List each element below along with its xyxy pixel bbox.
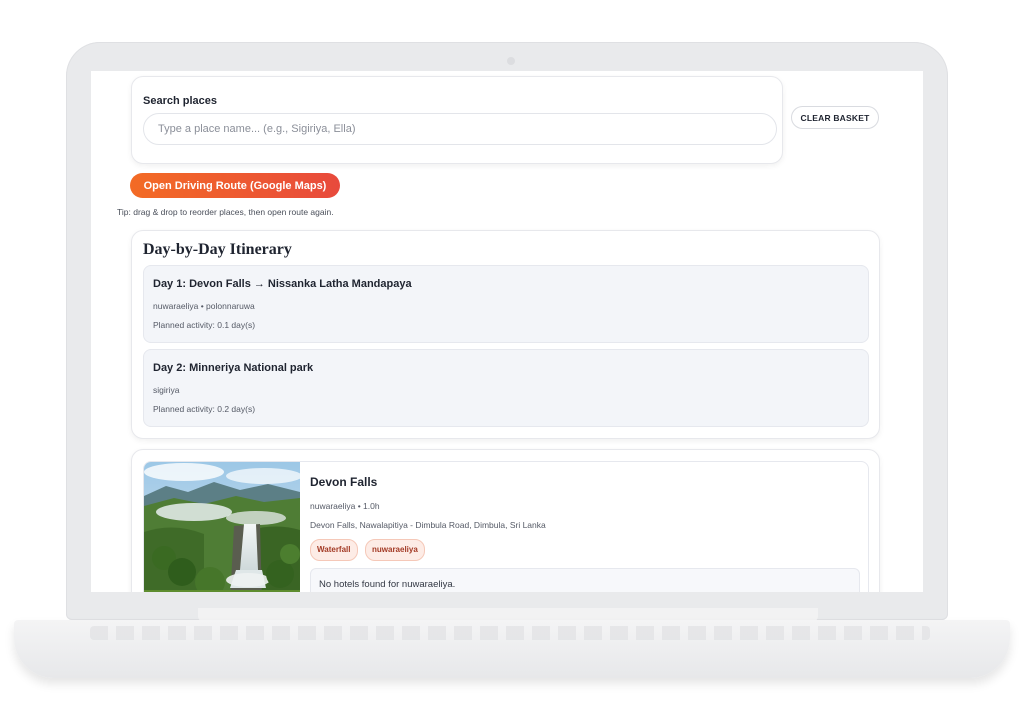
itinerary-title: Day-by-Day Itinerary (143, 241, 292, 258)
place-card[interactable]: Devon Falls nuwaraeliya • 1.0h Devon Fal… (143, 461, 869, 592)
open-driving-route-button[interactable]: Open Driving Route (Google Maps) (130, 173, 340, 198)
itinerary-card: Day-by-Day Itinerary Day 1: Devon Falls … (131, 230, 880, 439)
place-meta: nuwaraeliya • 1.0h (310, 501, 380, 511)
day-regions: sigiriya (153, 385, 180, 395)
place-tag-category: Waterfall (310, 539, 358, 561)
search-card: Search places (131, 76, 783, 164)
day-activity: Planned activity: 0.2 day(s) (153, 404, 256, 414)
place-list: Devon Falls nuwaraeliya • 1.0h Devon Fal… (131, 449, 880, 592)
hotels-panel: No hotels found for nuwaraeliya. (310, 568, 860, 592)
place-address: Devon Falls, Nawalapitiya - Dimbula Road… (310, 520, 546, 530)
search-label: Search places (143, 95, 217, 107)
clear-basket-button[interactable]: CLEAR BASKET (791, 106, 879, 129)
route-tip: Tip: drag & drop to reorder places, then… (117, 207, 334, 217)
day-activity: Planned activity: 0.1 day(s) (153, 320, 256, 330)
search-input[interactable] (143, 113, 777, 145)
hotels-message: No hotels found for nuwaraeliya. (319, 579, 456, 590)
itinerary-day[interactable]: Day 1: Devon Falls → Nissanka Latha Mand… (143, 265, 869, 343)
app-screen: Search places CLEAR BASKET Open Driving … (91, 71, 923, 592)
itinerary-day[interactable]: Day 2: Minneriya National park sigiriya … (143, 349, 869, 427)
laptop-keyboard (90, 626, 930, 640)
camera-icon (507, 57, 515, 65)
place-name: Devon Falls (310, 475, 378, 489)
place-tag-region: nuwaraeliya (365, 539, 425, 561)
day-regions: nuwaraeliya • polonnaruwa (153, 301, 255, 311)
day-title: Day 2: Minneriya National park (153, 362, 314, 374)
day-title: Day 1: Devon Falls → Nissanka Latha Mand… (153, 278, 412, 290)
waterfall-photo (144, 462, 300, 592)
